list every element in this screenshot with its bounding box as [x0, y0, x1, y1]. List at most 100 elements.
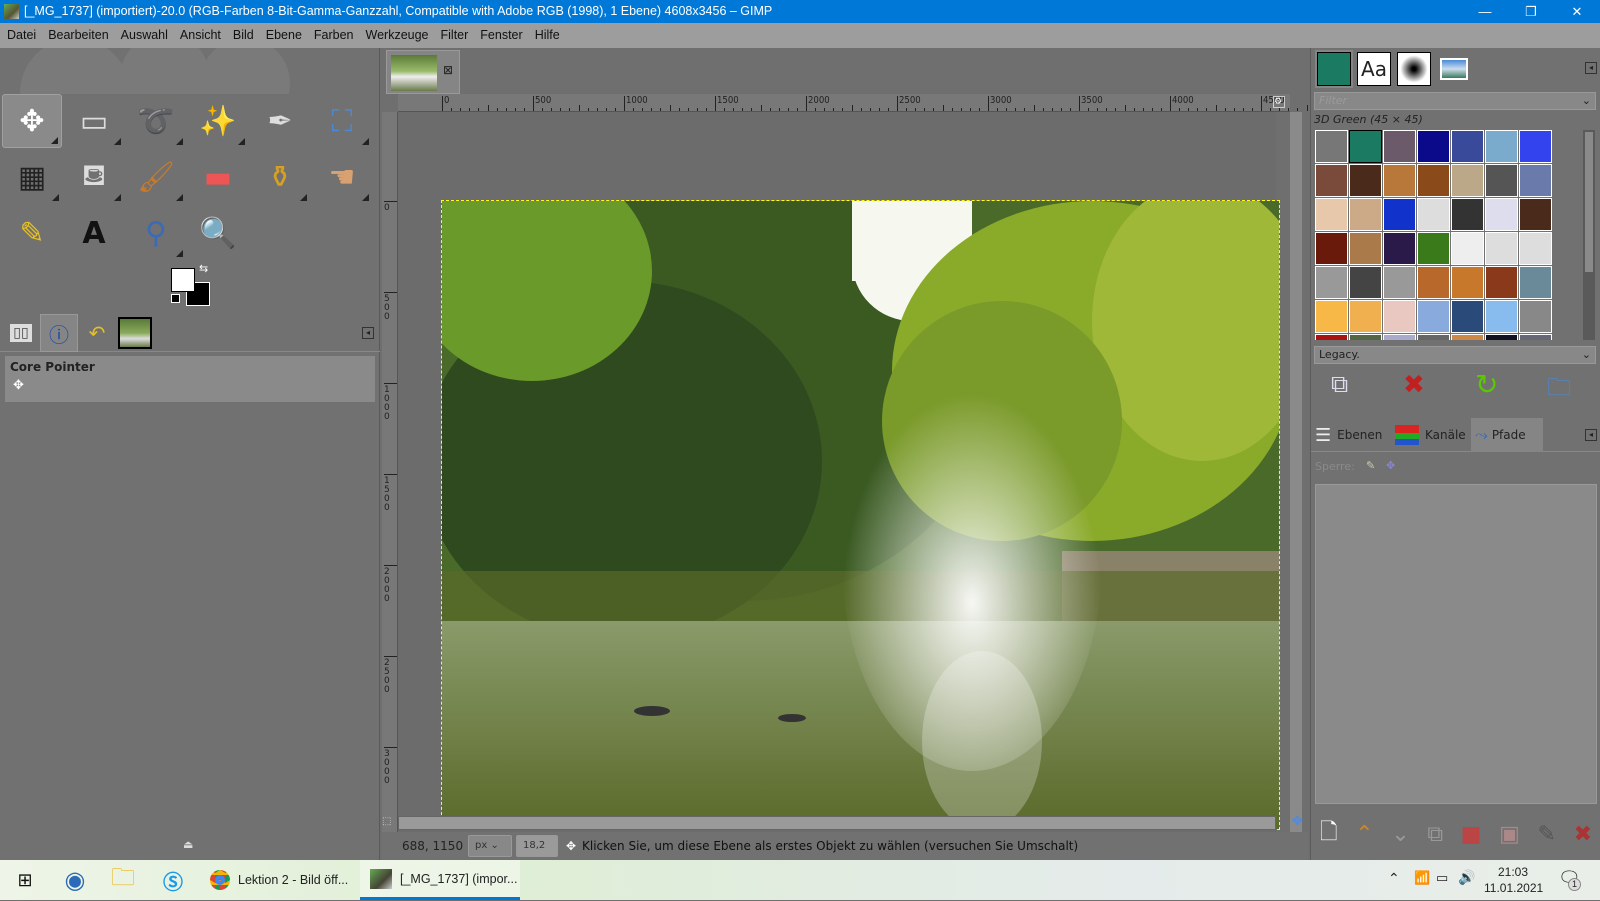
tab-brushes[interactable] [1395, 50, 1433, 88]
pattern-swatch[interactable] [1315, 198, 1348, 231]
pattern-swatch[interactable] [1417, 164, 1450, 197]
menu-ebene[interactable]: Ebene [259, 23, 307, 48]
tool-color-picker[interactable]: ⚲ [126, 206, 186, 260]
volume-icon[interactable]: 🔊 [1458, 869, 1475, 886]
pattern-swatch[interactable] [1519, 334, 1552, 340]
pattern-swatch[interactable] [1383, 198, 1416, 231]
pattern-swatch[interactable] [1383, 266, 1416, 299]
pattern-swatch[interactable] [1485, 300, 1518, 333]
menu-fenster[interactable]: Fenster [473, 23, 527, 48]
pattern-swatch[interactable] [1451, 334, 1484, 340]
tool-smudge[interactable]: ☚ [312, 150, 372, 204]
tab-undo-history[interactable]: ↶ [78, 314, 116, 352]
tool-rect-select[interactable]: ▭ [64, 94, 124, 148]
tool-zoom[interactable]: 🔍 [188, 206, 248, 260]
canvas[interactable] [398, 112, 1280, 852]
pattern-swatch[interactable] [1349, 232, 1382, 265]
delete-path-button[interactable]: ✖ [1574, 822, 1592, 847]
pattern-swatch[interactable] [1485, 266, 1518, 299]
menu-filter[interactable]: Filter [434, 23, 474, 48]
tab-patterns[interactable] [1315, 50, 1353, 88]
tab-device-status[interactable]: ▯▯ [2, 314, 40, 352]
delete-pattern-button[interactable]: ✖ [1403, 370, 1425, 400]
pattern-swatch[interactable] [1315, 164, 1348, 197]
quick-mask-icon[interactable]: ⬚ [382, 816, 396, 830]
pattern-swatch[interactable] [1417, 130, 1450, 163]
open-as-image-button[interactable]: ⧉ [1331, 370, 1348, 398]
menu-bearbeiten[interactable]: Bearbeiten [41, 23, 113, 48]
pattern-swatch[interactable] [1349, 300, 1382, 333]
duplicate-path-button[interactable]: ⧉ [1427, 822, 1443, 847]
pattern-swatch[interactable] [1485, 164, 1518, 197]
pattern-swatch[interactable] [1349, 130, 1382, 163]
pattern-swatch[interactable] [1519, 266, 1552, 299]
menu-bild[interactable]: Bild [226, 23, 259, 48]
image-layer[interactable] [441, 200, 1280, 830]
pattern-swatch[interactable] [1417, 198, 1450, 231]
pattern-swatch[interactable] [1349, 198, 1382, 231]
pattern-filter-input[interactable]: Filter ⌄ [1314, 92, 1596, 110]
pattern-swatch[interactable] [1383, 334, 1416, 340]
pattern-swatch[interactable] [1451, 130, 1484, 163]
lock-paint-icon[interactable]: ✎ [1366, 459, 1375, 472]
menu-auswahl[interactable]: Auswahl [114, 23, 173, 48]
foreground-color[interactable] [171, 268, 195, 292]
pattern-swatch[interactable] [1451, 300, 1484, 333]
pattern-swatch[interactable] [1417, 334, 1450, 340]
pattern-swatch[interactable] [1519, 300, 1552, 333]
paths-list[interactable] [1315, 484, 1597, 804]
tool-clone-stamp[interactable]: ⚱ [250, 150, 310, 204]
configure-tab-icon[interactable]: ◂ [1585, 62, 1597, 74]
menu-datei[interactable]: Datei [0, 23, 41, 48]
maximize-button[interactable]: ❐ [1508, 0, 1554, 23]
tab-fonts[interactable]: Aa [1355, 50, 1393, 88]
pattern-swatch[interactable] [1383, 164, 1416, 197]
pattern-swatch[interactable] [1519, 164, 1552, 197]
pattern-swatch[interactable] [1451, 198, 1484, 231]
default-colors-icon[interactable] [171, 294, 180, 303]
scroll-handle-icon[interactable]: ⏏ [183, 838, 193, 851]
vertical-ruler[interactable]: 0500100015002000250030003500 [382, 112, 398, 877]
pattern-swatch[interactable] [1485, 334, 1518, 340]
pattern-swatch[interactable] [1383, 300, 1416, 333]
path-to-selection-button[interactable]: ■ [1461, 822, 1482, 847]
horizontal-scrollbar[interactable] [398, 816, 1276, 830]
pattern-swatch[interactable] [1485, 232, 1518, 265]
menu-ansicht[interactable]: Ansicht [173, 23, 226, 48]
pattern-swatch[interactable] [1383, 130, 1416, 163]
tool-ink-pen[interactable]: ✒ [250, 94, 310, 148]
horizontal-ruler[interactable]: 0 500 1000 1500 2000 2500 3000 3500 4000 4500 [398, 94, 1344, 112]
pattern-swatch[interactable] [1315, 334, 1348, 340]
paint-path-button[interactable]: ✎ [1538, 822, 1556, 847]
tool-paintbrush[interactable]: 🖌 [126, 150, 186, 204]
new-path-button[interactable]: 🗋 [1320, 815, 1338, 853]
zoom-select[interactable]: 18,2 % [516, 835, 558, 871]
tab-tool-options[interactable]: ⓘ [40, 314, 78, 352]
raise-path-button[interactable]: ⌃ [1355, 822, 1373, 847]
tool-bucket-fill[interactable]: ⛾ [64, 150, 124, 204]
pattern-swatch[interactable] [1349, 266, 1382, 299]
unit-select[interactable]: px ⌄ [468, 835, 512, 857]
open-pattern-folder-button[interactable]: 🗀 [1547, 370, 1571, 411]
tab-layers[interactable]: ☰ Ebenen [1315, 420, 1382, 450]
tool-crop[interactable]: ⛶ [312, 94, 372, 148]
lower-path-button[interactable]: ⌄ [1391, 822, 1409, 847]
swap-colors-icon[interactable]: ⇆ [199, 262, 208, 275]
scrollbar-thumb[interactable] [1585, 132, 1593, 272]
pattern-swatch[interactable] [1349, 164, 1382, 197]
menu-hilfe[interactable]: Hilfe [528, 23, 565, 48]
taskbar-gimp[interactable]: [_MG_1737] (impor... [360, 860, 520, 900]
tab-channels[interactable]: Kanäle [1395, 420, 1466, 450]
tool-eraser[interactable]: ▬ [188, 150, 248, 204]
taskbar-chrome[interactable]: Lektion 2 - Bild öff... [200, 860, 358, 900]
pattern-scrollbar[interactable] [1583, 130, 1595, 340]
refresh-patterns-button[interactable]: ↻ [1475, 368, 1498, 401]
battery-icon[interactable]: ▭ [1436, 870, 1448, 886]
close-button[interactable]: ✕ [1554, 0, 1600, 23]
close-image-tab-icon[interactable]: ⊠ [443, 63, 453, 77]
tab-paths[interactable]: ⤳ Pfade [1471, 418, 1543, 452]
tool-lasso[interactable]: ➰ [126, 94, 186, 148]
tool-text[interactable]: A [64, 206, 124, 260]
pattern-swatch[interactable] [1519, 130, 1552, 163]
pattern-swatch[interactable] [1315, 266, 1348, 299]
